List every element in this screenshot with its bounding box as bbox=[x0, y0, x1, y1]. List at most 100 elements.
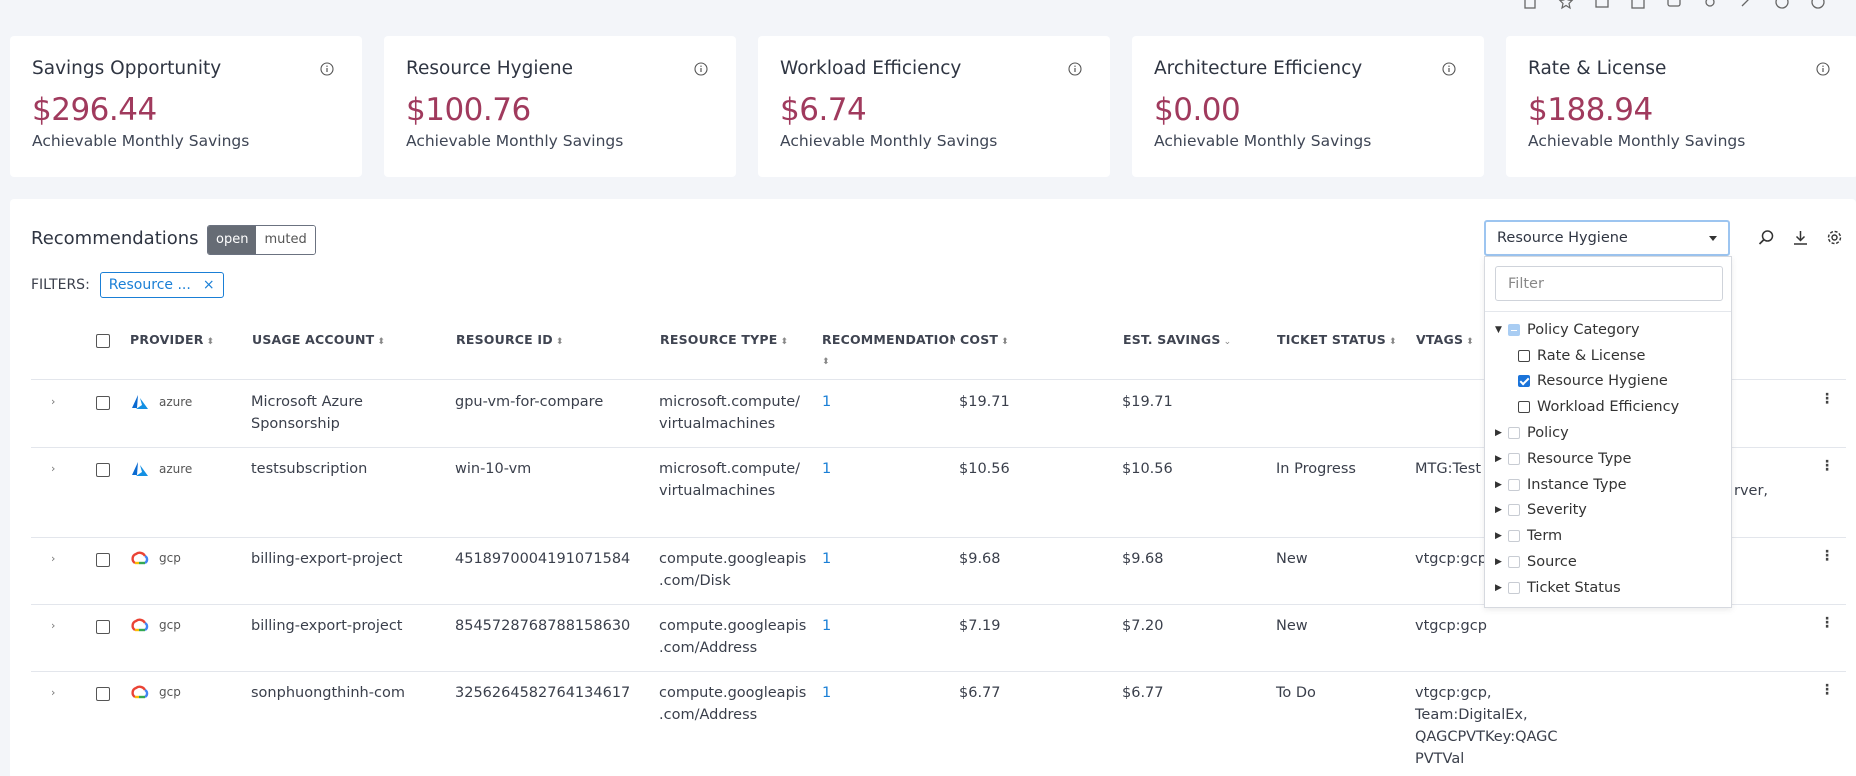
indeterminate-checkbox[interactable] bbox=[1508, 323, 1520, 336]
category-dropdown[interactable]: Resource Hygiene bbox=[1484, 220, 1730, 256]
row-checkbox[interactable] bbox=[96, 396, 110, 410]
col-ticket-status[interactable]: TICKET STATUS ⬍ bbox=[1277, 332, 1397, 347]
tree-item-ticket-status[interactable]: ▶ Ticket Status bbox=[1495, 575, 1679, 601]
chat-icon[interactable] bbox=[1666, 0, 1682, 10]
cost: $10.56 bbox=[959, 461, 1010, 477]
info-icon[interactable] bbox=[1068, 62, 1082, 76]
checkbox[interactable] bbox=[1508, 504, 1520, 517]
expand-icon[interactable]: › bbox=[51, 462, 55, 475]
info-icon[interactable] bbox=[1816, 62, 1830, 76]
recommendation-count[interactable]: 1 bbox=[822, 458, 831, 480]
caret-right-icon[interactable]: ▶ bbox=[1495, 583, 1505, 593]
tree-item-workload-efficiency[interactable]: Workload Efficiency bbox=[1495, 394, 1679, 420]
expand-icon[interactable]: › bbox=[51, 552, 55, 565]
gear-icon[interactable] bbox=[1826, 229, 1843, 250]
gcp-icon bbox=[131, 685, 149, 699]
est-savings: $7.20 bbox=[1122, 618, 1164, 634]
download-icon[interactable] bbox=[1792, 229, 1809, 250]
calendar-icon[interactable] bbox=[1630, 0, 1646, 10]
tree-item-resource-type[interactable]: ▶ Resource Type bbox=[1495, 446, 1679, 472]
card-subtitle: Achievable Monthly Savings bbox=[1528, 132, 1746, 150]
tree-item-rate-license[interactable]: Rate & License bbox=[1495, 343, 1679, 369]
checkbox[interactable] bbox=[1508, 427, 1520, 440]
close-icon[interactable]: × bbox=[203, 277, 215, 293]
document-icon[interactable] bbox=[1522, 0, 1538, 10]
vtags: vtgcp:gcp, Team:DigitalEx, QAGCPVTKey:QAGC… bbox=[1415, 685, 1558, 767]
expand-icon[interactable]: › bbox=[51, 619, 55, 632]
caret-right-icon[interactable]: ▶ bbox=[1495, 531, 1505, 541]
user-icon[interactable] bbox=[1810, 0, 1826, 10]
caret-right-icon[interactable]: ▶ bbox=[1495, 557, 1505, 567]
caret-right-icon[interactable]: ▶ bbox=[1495, 480, 1505, 490]
toggle-muted[interactable]: muted bbox=[256, 226, 315, 254]
more-options-icon[interactable]: ⋮ bbox=[1820, 458, 1834, 474]
section-title: Recommendations bbox=[31, 228, 199, 249]
resource-id: 3256264582764134617 bbox=[455, 685, 631, 701]
tree-item-instance-type[interactable]: ▶ Instance Type bbox=[1495, 472, 1679, 498]
checked-checkbox[interactable] bbox=[1518, 375, 1530, 388]
more-options-icon[interactable]: ⋮ bbox=[1820, 391, 1834, 407]
help-icon[interactable] bbox=[1774, 0, 1790, 10]
tree-item-source[interactable]: ▶ Source bbox=[1495, 549, 1679, 575]
ticket-status: New bbox=[1276, 551, 1308, 567]
checkbox[interactable] bbox=[1508, 452, 1520, 465]
col-usage-account[interactable]: USAGE ACCOUNT ⬍ bbox=[252, 332, 385, 347]
star-icon[interactable] bbox=[1558, 0, 1574, 10]
vtags-overflow: rver, bbox=[1734, 483, 1769, 499]
tree-item-label: Term bbox=[1527, 528, 1563, 545]
gear-icon[interactable] bbox=[1702, 0, 1718, 10]
caret-right-icon[interactable]: ▶ bbox=[1495, 454, 1505, 464]
row-checkbox[interactable] bbox=[96, 620, 110, 634]
col-recommendation[interactable]: RECOMMENDATION bbox=[822, 332, 955, 347]
checkbox[interactable] bbox=[1518, 401, 1530, 414]
recommendation-count[interactable]: 1 bbox=[822, 548, 831, 570]
row-checkbox[interactable] bbox=[96, 553, 110, 567]
more-options-icon[interactable]: ⋮ bbox=[1820, 615, 1834, 631]
tree-item-severity[interactable]: ▶ Severity bbox=[1495, 498, 1679, 524]
row-checkbox[interactable] bbox=[96, 463, 110, 477]
grid-icon[interactable] bbox=[1594, 0, 1610, 10]
tree-item-label: Ticket Status bbox=[1527, 579, 1621, 596]
caret-down-icon[interactable]: ▼ bbox=[1495, 325, 1505, 335]
col-recommendation-sort[interactable]: ⬍ bbox=[822, 352, 830, 367]
tree-item-term[interactable]: ▶ Term bbox=[1495, 523, 1679, 549]
select-all-checkbox[interactable] bbox=[96, 334, 110, 348]
table-row[interactable]: › gcp sonphuongthinh-com 325626458276413… bbox=[31, 672, 1846, 776]
resource-type: compute.googleapis .com/Disk bbox=[659, 551, 807, 589]
key-icon[interactable] bbox=[1738, 0, 1754, 10]
col-cost[interactable]: COST ⬍ bbox=[960, 332, 1009, 347]
usage-account: Microsoft Azure Sponsorship bbox=[251, 394, 363, 432]
caret-right-icon[interactable]: ▶ bbox=[1495, 428, 1505, 438]
col-resource-type[interactable]: RESOURCE TYPE ⬍ bbox=[660, 332, 788, 347]
checkbox[interactable] bbox=[1508, 556, 1520, 569]
filter-chip[interactable]: Resource ... × bbox=[99, 272, 224, 298]
col-vtags[interactable]: VTAGS ⬍ bbox=[1416, 332, 1474, 347]
checkbox[interactable] bbox=[1508, 581, 1520, 594]
checkbox[interactable] bbox=[1518, 349, 1530, 362]
search-icon[interactable] bbox=[1758, 229, 1775, 250]
card-value: $188.94 bbox=[1528, 92, 1653, 128]
toggle-open[interactable]: open bbox=[208, 226, 257, 254]
col-resource-id[interactable]: RESOURCE ID ⬍ bbox=[456, 332, 564, 347]
caret-right-icon[interactable]: ▶ bbox=[1495, 505, 1505, 515]
tree-item-policy-category[interactable]: ▼ Policy Category bbox=[1495, 317, 1679, 343]
tree-item-resource-hygiene[interactable]: Resource Hygiene bbox=[1495, 369, 1679, 395]
col-est-savings[interactable]: EST. SAVINGS ⌄ bbox=[1123, 332, 1231, 347]
info-icon[interactable] bbox=[694, 62, 708, 76]
filter-input[interactable]: Filter bbox=[1495, 266, 1723, 301]
table-row[interactable]: › gcp billing-export-project 85457287687… bbox=[31, 605, 1846, 672]
info-icon[interactable] bbox=[1442, 62, 1456, 76]
recommendation-count[interactable]: 1 bbox=[822, 682, 831, 704]
recommendation-count[interactable]: 1 bbox=[822, 391, 831, 413]
col-provider[interactable]: PROVIDER ⬍ bbox=[130, 332, 214, 347]
row-checkbox[interactable] bbox=[96, 687, 110, 701]
checkbox[interactable] bbox=[1508, 530, 1520, 543]
more-options-icon[interactable]: ⋮ bbox=[1820, 682, 1834, 698]
expand-icon[interactable]: › bbox=[51, 686, 55, 699]
more-options-icon[interactable]: ⋮ bbox=[1820, 548, 1834, 564]
tree-item-policy[interactable]: ▶ Policy bbox=[1495, 420, 1679, 446]
info-icon[interactable] bbox=[320, 62, 334, 76]
recommendation-count[interactable]: 1 bbox=[822, 615, 831, 637]
expand-icon[interactable]: › bbox=[51, 395, 55, 408]
checkbox[interactable] bbox=[1508, 478, 1520, 491]
